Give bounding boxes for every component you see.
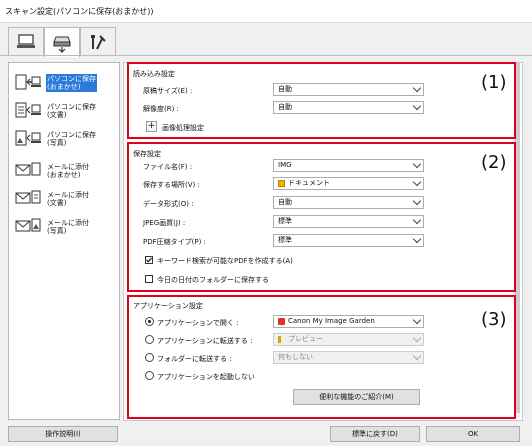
tab-scan-from-panel[interactable] — [44, 27, 80, 57]
defaults-button[interactable]: 標準に戻す(D) — [330, 426, 420, 442]
app-icon — [278, 336, 281, 343]
section-number: (2) — [481, 152, 507, 173]
data-format-value: 自動 — [278, 198, 292, 206]
sidebar-item-label: パソコンに保存 (文書) — [47, 103, 96, 119]
file-name-label: ファイル名(F) : — [143, 163, 193, 171]
general-settings-icon — [91, 35, 106, 50]
sidebar-item-label: パソコンに保存 (おまかせ) — [46, 74, 97, 92]
date-folder-checkbox[interactable] — [145, 275, 153, 283]
sidebar: パソコンに保存 (おまかせ) パソコンに保存 (文書) パソコンに保存 (写真)… — [8, 62, 120, 420]
open-with-label: アプリケーションで開く : — [157, 319, 239, 327]
jpeg-quality-select[interactable]: 標準 — [273, 215, 424, 228]
folder-icon — [278, 180, 285, 187]
data-format-label: データ形式(O) : — [143, 200, 194, 208]
send-to-app-label: アプリケーションに転送する : — [157, 337, 253, 345]
chevron-down-icon — [412, 83, 422, 93]
sidebar-item-label: メールに添付 (おまかせ) — [47, 163, 89, 179]
save-in-value: ドキュメント — [288, 179, 330, 187]
save-to-pc-icon — [15, 128, 41, 150]
send-to-app-select[interactable]: プレビュー — [273, 333, 424, 346]
save-settings-panel: 保存設定 (2) ファイル名(F) : IMG 保存する場所(V) : ドキュメ… — [127, 142, 516, 292]
image-processing-label: 画像処理設定 — [162, 124, 204, 132]
send-to-folder-label: フォルダーに転送する : — [157, 355, 232, 363]
chevron-down-icon — [412, 101, 422, 111]
instructions-button[interactable]: 操作説明(I) — [8, 426, 118, 442]
scan-from-panel-icon — [53, 36, 71, 53]
chevron-down-icon — [412, 159, 422, 169]
tab-general-settings[interactable] — [80, 27, 116, 56]
open-with-radio[interactable] — [145, 317, 154, 326]
open-with-value: Canon My Image Garden — [288, 317, 375, 325]
chevron-down-icon — [412, 215, 422, 225]
do-not-start-label: アプリケーションを起動しない — [157, 373, 255, 381]
paper-size-label: 原稿サイズ(E) : — [143, 87, 193, 95]
send-to-folder-radio[interactable] — [145, 353, 154, 362]
more-functions-button[interactable]: 便利な機能のご紹介(M) — [293, 389, 420, 405]
pdf-compression-select[interactable]: 標準 — [273, 234, 424, 247]
chevron-down-icon — [412, 351, 422, 361]
resolution-select[interactable]: 自動 — [273, 101, 424, 114]
send-to-folder-value: 何もしない — [278, 353, 313, 361]
save-in-select[interactable]: ドキュメント — [273, 177, 424, 190]
save-to-pc-icon — [15, 100, 41, 122]
mail-attach-icon — [15, 160, 41, 182]
chevron-down-icon — [412, 177, 422, 187]
pdf-compression-value: 標準 — [278, 236, 292, 244]
mail-attach-icon — [15, 188, 41, 210]
jpeg-quality-value: 標準 — [278, 217, 292, 225]
send-to-folder-select[interactable]: 何もしない — [273, 351, 424, 364]
app-icon — [278, 318, 285, 325]
resolution-value: 自動 — [278, 103, 292, 111]
chevron-down-icon — [412, 333, 422, 343]
data-format-select[interactable]: 自動 — [273, 196, 424, 209]
sidebar-item-save-pc-photo[interactable]: パソコンに保存 (写真) — [11, 123, 115, 155]
do-not-start-radio[interactable] — [145, 371, 154, 380]
scan-from-computer-icon — [17, 34, 35, 48]
jpeg-quality-label: JPEG画質(J) : — [143, 219, 186, 227]
checkmark-icon — [146, 257, 152, 263]
sidebar-item-mail-photo[interactable]: メールに添付 (写真) — [11, 211, 115, 243]
sidebar-item-label: メールに添付 (写真) — [47, 219, 89, 235]
scan-options-panel: 読み込み設定 (1) 原稿サイズ(E) : 自動 解像度(R) : 自動 + 画… — [127, 62, 516, 139]
save-in-label: 保存する場所(V) : — [143, 181, 200, 189]
title-bar: スキャン設定(パソコンに保存(おまかせ)) — [0, 0, 532, 23]
save-settings-title: 保存設定 — [133, 150, 161, 158]
paper-size-select[interactable]: 自動 — [273, 83, 424, 96]
sidebar-item-label: メールに添付 (文書) — [47, 191, 89, 207]
chevron-down-icon — [412, 315, 422, 325]
tab-divider — [0, 55, 532, 56]
paper-size-value: 自動 — [278, 85, 292, 93]
file-name-combo[interactable]: IMG — [273, 159, 424, 172]
keyword-pdf-checkbox[interactable] — [145, 256, 153, 264]
resolution-label: 解像度(R) : — [143, 105, 179, 113]
pdf-compression-label: PDF圧縮タイプ(P) : — [143, 238, 206, 246]
ok-button[interactable]: OK — [426, 426, 520, 442]
expand-image-processing-button[interactable]: + — [146, 121, 157, 132]
application-settings-title: アプリケーション設定 — [133, 302, 203, 310]
send-to-app-value: プレビュー — [288, 335, 323, 343]
date-folder-label: 今日の日付のフォルダーに保存する — [157, 276, 269, 284]
save-to-pc-icon — [15, 72, 41, 94]
scan-options-title: 読み込み設定 — [133, 70, 175, 78]
keyword-pdf-label: キーワード検索が可能なPDFを作成する(A) — [157, 257, 293, 265]
section-number: (3) — [481, 309, 507, 330]
tab-scan-from-computer[interactable] — [8, 27, 44, 56]
window-title: スキャン設定(パソコンに保存(おまかせ)) — [5, 7, 154, 16]
application-settings-panel: アプリケーション設定 (3) アプリケーションで開く : Canon My Im… — [127, 295, 516, 419]
chevron-down-icon — [412, 196, 422, 206]
chevron-down-icon — [412, 234, 422, 244]
send-to-app-radio[interactable] — [145, 335, 154, 344]
mail-attach-icon — [15, 216, 41, 238]
open-with-select[interactable]: Canon My Image Garden — [273, 315, 424, 328]
sidebar-item-label: パソコンに保存 (写真) — [47, 131, 96, 147]
file-name-value: IMG — [278, 161, 292, 169]
section-number: (1) — [481, 72, 507, 93]
